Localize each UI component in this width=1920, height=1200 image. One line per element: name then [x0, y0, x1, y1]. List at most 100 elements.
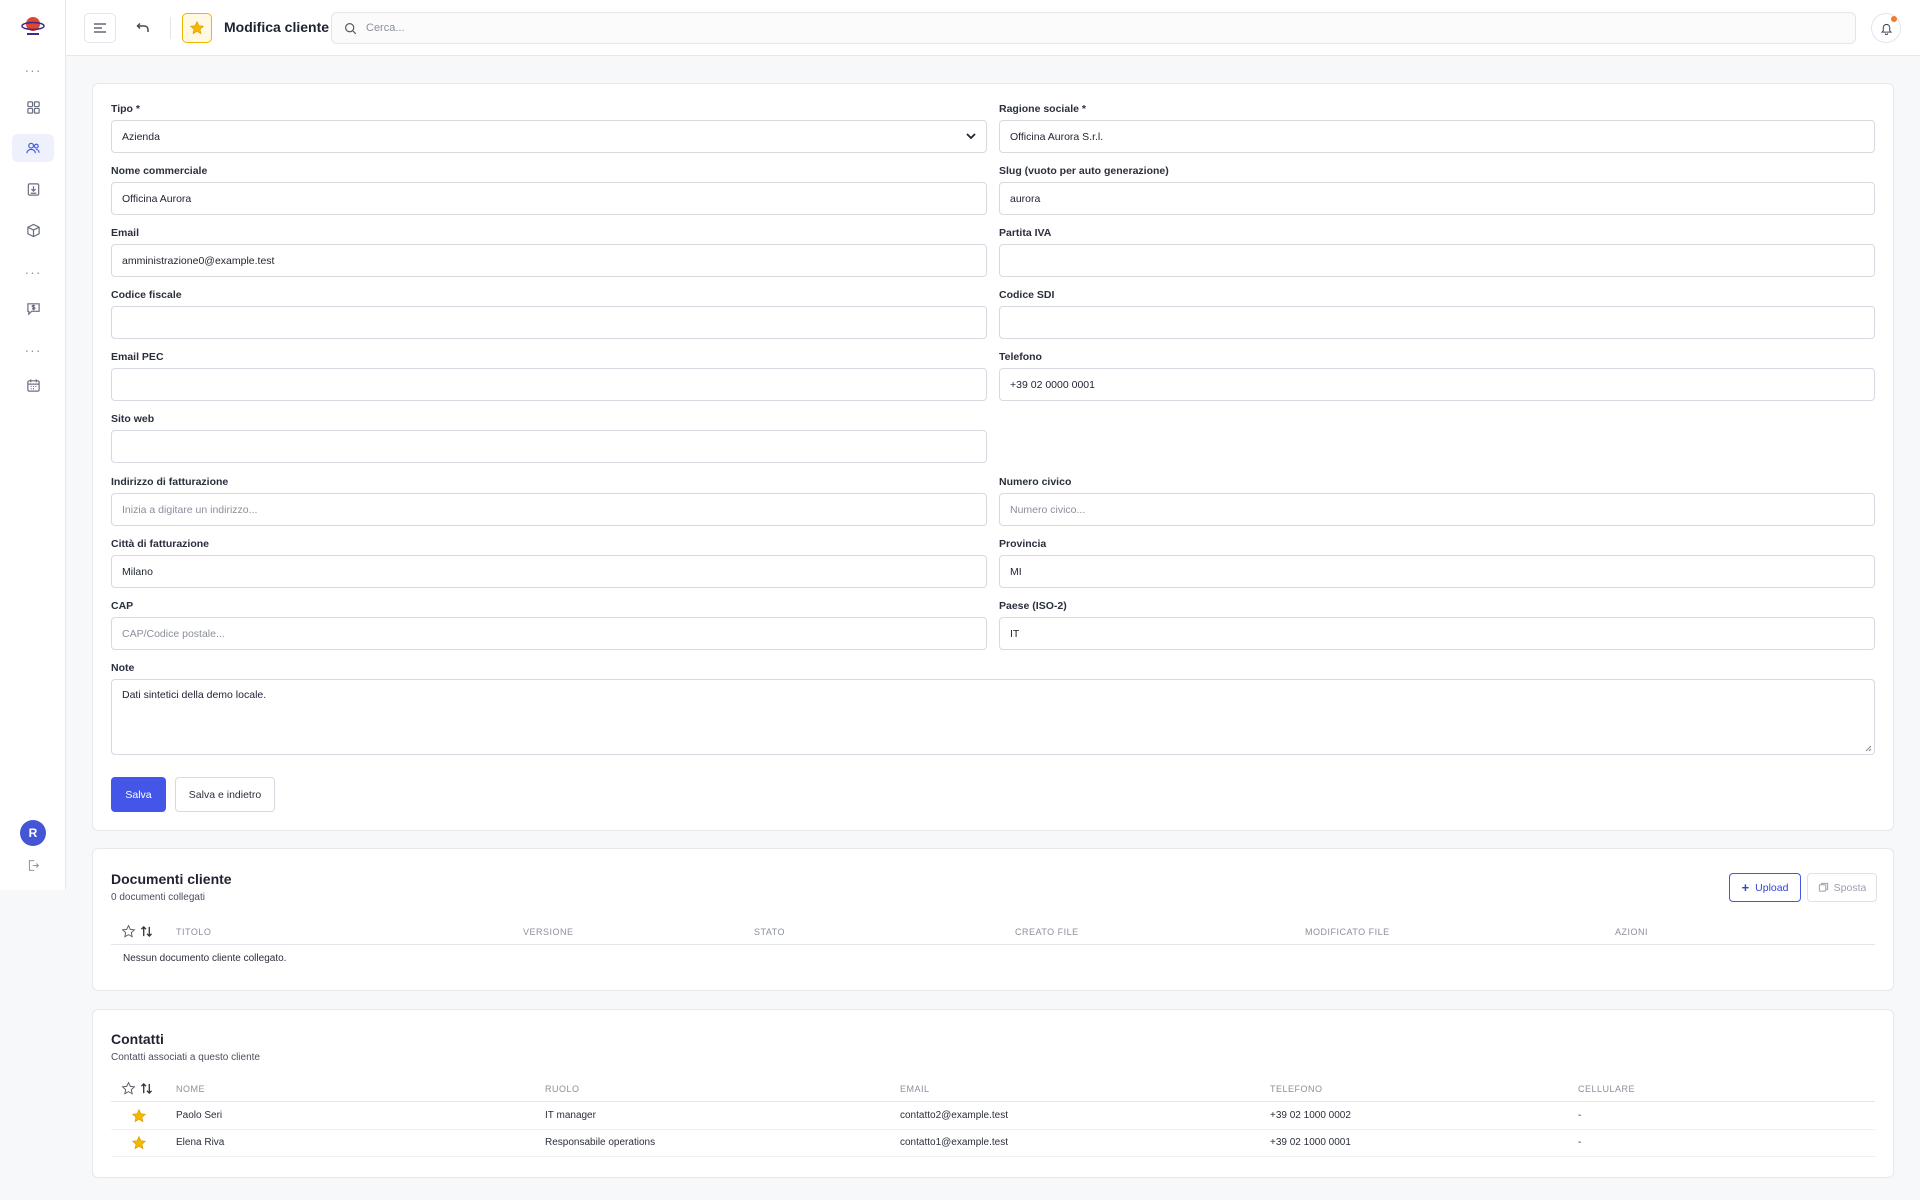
star-icon [189, 20, 205, 35]
notifications-button[interactable] [1871, 13, 1901, 43]
user-avatar[interactable]: R [20, 820, 46, 846]
slug-field: Slug (vuoto per auto generazione) [999, 164, 1875, 215]
codice-sdi-label: Codice SDI [999, 289, 1055, 301]
users-icon [26, 142, 40, 153]
col-telefono[interactable]: Telefono [1270, 1084, 1323, 1094]
sidebar-item-dashboard[interactable] [12, 93, 54, 121]
move-icon [1818, 882, 1828, 892]
sidebar-item-clients[interactable] [12, 134, 54, 162]
col-azioni: Azioni [1615, 927, 1649, 937]
header-tools [121, 1081, 153, 1096]
sidebar-item-billing[interactable] [12, 294, 54, 322]
upload-label: Upload [1755, 881, 1789, 894]
slug-input[interactable] [999, 182, 1875, 215]
col-nome[interactable]: Nome [176, 1084, 205, 1094]
bell-icon [1880, 23, 1892, 35]
contact-role: IT manager [545, 1110, 596, 1121]
partita-iva-input[interactable] [999, 244, 1875, 277]
documents-subtitle: 0 documenti collegati [111, 892, 205, 903]
documents-card: Documenti cliente 0 documenti collegati … [92, 848, 1894, 991]
codice-sdi-input[interactable] [999, 306, 1875, 339]
cap-field: CAP [111, 599, 987, 650]
col-versione[interactable]: Versione [523, 927, 574, 937]
email-pec-input[interactable] [111, 368, 987, 401]
contact-mobile: - [1578, 1137, 1582, 1148]
tipo-selected-value: Azienda [122, 130, 160, 143]
note-textarea[interactable]: Dati sintetici della demo locale. [111, 679, 1875, 755]
favorite-button[interactable] [182, 13, 212, 43]
contacts-table-header: Nome Ruolo Email Telefono Cellulare [111, 1076, 1875, 1102]
plus-icon: + [1741, 880, 1750, 895]
search-input[interactable] [366, 22, 1766, 34]
contact-mobile: - [1578, 1110, 1582, 1121]
contacts-subtitle: Contatti associati a questo cliente [111, 1052, 260, 1063]
contact-email: contatto1@example.test [900, 1137, 1008, 1148]
star-outline-icon[interactable] [121, 1081, 136, 1096]
numero-civico-input[interactable] [999, 493, 1875, 526]
nome-commerciale-field: Nome commerciale [111, 164, 987, 215]
sidebar-item-products[interactable] [12, 216, 54, 244]
cap-label: CAP [111, 600, 134, 612]
sidebar-item-documents[interactable] [12, 175, 54, 203]
col-ruolo[interactable]: Ruolo [545, 1084, 580, 1094]
menu-icon [94, 23, 106, 33]
col-creato-file[interactable]: Creato file [1015, 927, 1079, 937]
sidebar-more-icon[interactable]: ··· [12, 60, 54, 80]
sort-icon[interactable] [140, 1082, 153, 1095]
contact-name[interactable]: Elena Riva [176, 1137, 224, 1148]
ragione-sociale-input[interactable] [999, 120, 1875, 153]
email-label: Email [111, 227, 140, 239]
move-label: Sposta [1833, 881, 1867, 894]
codice-fiscale-field: Codice fiscale [111, 288, 987, 339]
sidebar-more-icon[interactable]: ··· [12, 340, 54, 360]
col-titolo[interactable]: Titolo [176, 927, 211, 937]
citta-field: Città di fatturazione [111, 537, 987, 588]
col-cellulare[interactable]: Cellulare [1578, 1084, 1635, 1094]
codice-fiscale-input[interactable] [111, 306, 987, 339]
save-and-back-button[interactable]: Salva e indietro [175, 777, 275, 812]
dollar-chat-icon [26, 302, 40, 316]
star-icon[interactable] [131, 1135, 147, 1151]
col-modificato-file[interactable]: Modificato file [1305, 927, 1390, 937]
tipo-label: Tipo * [111, 103, 140, 115]
tipo-select[interactable]: Azienda [111, 120, 987, 153]
documents-title: Documenti cliente [111, 871, 232, 887]
upload-button[interactable]: + Upload [1729, 873, 1801, 902]
header-tools [121, 924, 153, 939]
save-button[interactable]: Salva [111, 777, 166, 812]
provincia-label: Provincia [999, 538, 1047, 550]
indirizzo-input[interactable] [111, 493, 987, 526]
nome-commerciale-input[interactable] [111, 182, 987, 215]
star-outline-icon[interactable] [121, 924, 136, 939]
paese-input[interactable] [999, 617, 1875, 650]
telefono-input[interactable] [999, 368, 1875, 401]
move-button[interactable]: Sposta [1807, 873, 1877, 902]
contact-name[interactable]: Paolo Seri [176, 1110, 222, 1121]
sort-icon[interactable] [140, 925, 153, 938]
email-pec-label: Email PEC [111, 351, 164, 363]
back-button[interactable] [128, 13, 158, 43]
partita-iva-field: Partita IVA [999, 226, 1875, 277]
resize-handle-icon[interactable] [1864, 744, 1872, 752]
box-icon [26, 223, 40, 237]
partita-iva-label: Partita IVA [999, 227, 1052, 239]
sito-web-input[interactable] [111, 430, 987, 463]
citta-input[interactable] [111, 555, 987, 588]
note-field: Note Dati sintetici della demo locale. [111, 661, 1875, 755]
logout-icon[interactable] [22, 854, 44, 876]
contacts-title: Contatti [111, 1031, 164, 1047]
star-icon[interactable] [131, 1108, 147, 1124]
app-logo-icon[interactable] [21, 14, 45, 38]
provincia-input[interactable] [999, 555, 1875, 588]
table-row[interactable]: Paolo Seri IT manager contatto2@example.… [111, 1103, 1875, 1130]
col-stato[interactable]: Stato [754, 927, 785, 937]
email-input[interactable] [111, 244, 987, 277]
ragione-sociale-field: Ragione sociale * [999, 102, 1875, 153]
sidebar-more-icon[interactable]: ··· [12, 262, 54, 282]
calendar-icon [26, 378, 40, 392]
table-row[interactable]: Elena Riva Responsabile operations conta… [111, 1130, 1875, 1157]
cap-input[interactable] [111, 617, 987, 650]
col-email[interactable]: Email [900, 1084, 930, 1094]
sidebar-item-calendar[interactable] [12, 371, 54, 399]
menu-toggle-button[interactable] [84, 13, 116, 43]
